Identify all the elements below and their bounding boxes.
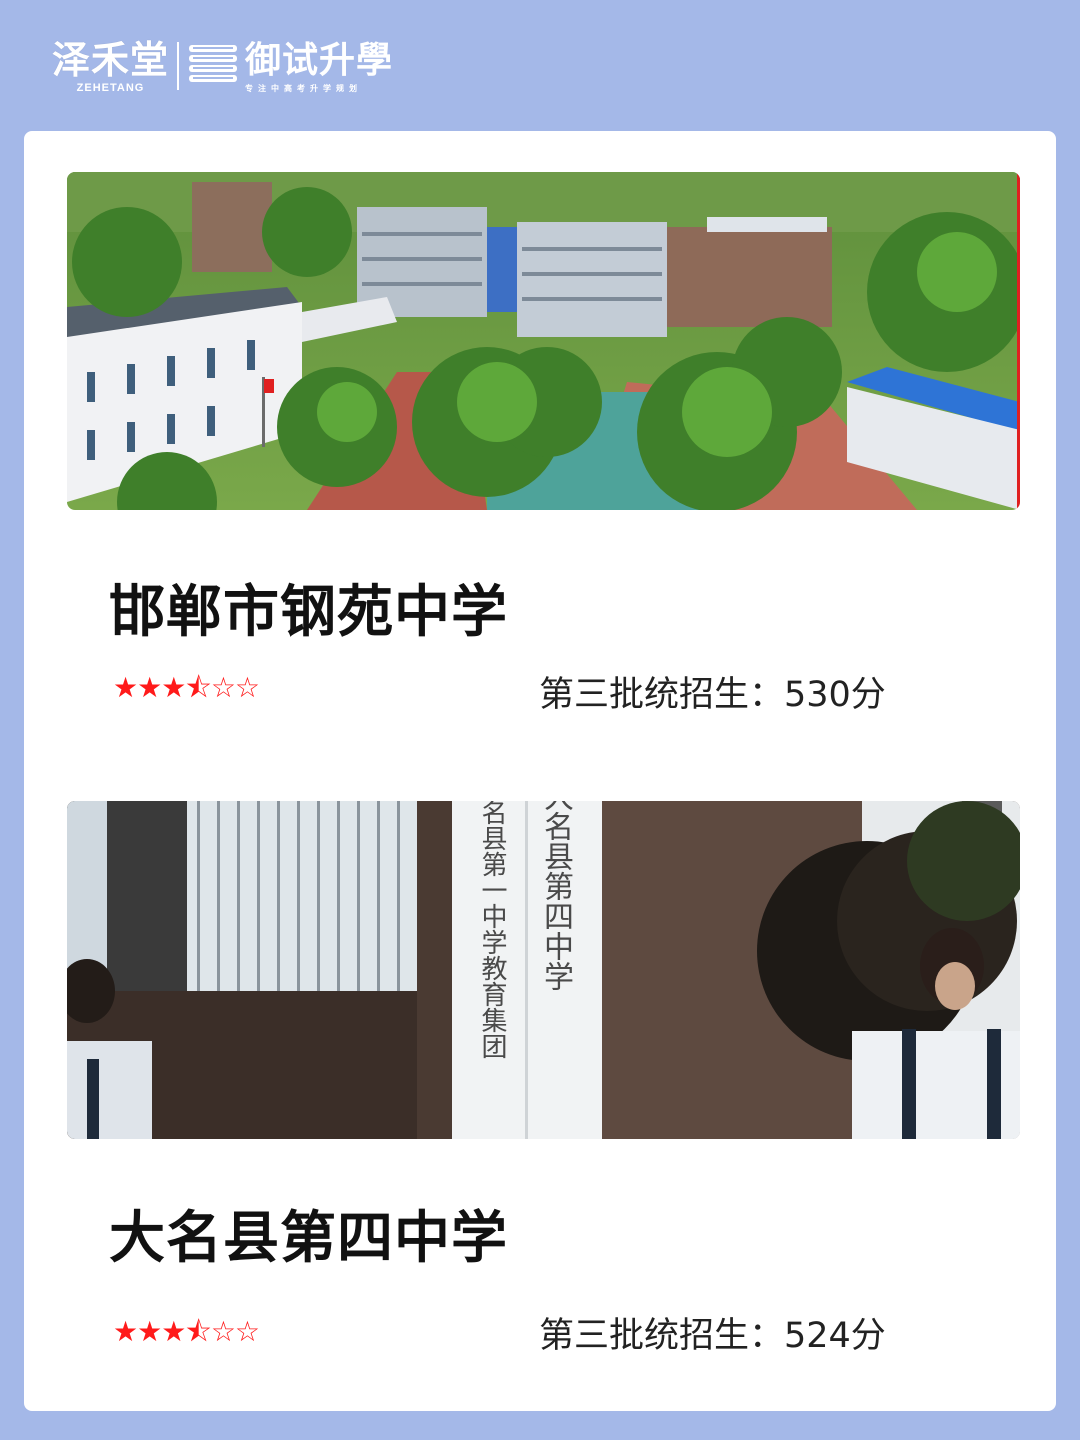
brand-logo: 泽禾堂 ZEHETANG 御试升學 专注中高考升学规划 (52, 37, 393, 95)
brand-name-en: ZEHETANG (76, 82, 145, 94)
star-rating: ★★★⯪☆☆ (113, 671, 260, 704)
school-photo-campus-aerial (67, 172, 1020, 510)
school-name: 大名县第四中学 (109, 1206, 508, 1271)
star-rating: ★★★⯪☆☆ (113, 1315, 260, 1348)
school-name: 邯郸市钢苑中学 (109, 580, 508, 645)
brand-divider (177, 42, 180, 90)
brand-subtitle-cn: 御试升學 (245, 39, 394, 81)
signboard-left-text: 大名县第一中学教育集团 (477, 801, 507, 1059)
brand-slogan: 专注中高考升学规划 (245, 84, 363, 93)
admission-score: 第三批统招生：524分 (539, 1316, 886, 1356)
brand-name-cn: 泽禾堂 (52, 37, 170, 82)
book-stack-icon (189, 45, 238, 82)
admission-score: 第三批统招生：530分 (539, 675, 886, 715)
signboard-right-text: 大名县第四中学 (545, 801, 573, 991)
brand-left: 泽禾堂 ZEHETANG (52, 37, 170, 95)
school-photo-gate: 大名县第四中学 大名县第一中学教育集团 (67, 801, 1020, 1139)
brand-right: 御试升學 专注中高考升学规划 (245, 40, 393, 94)
school-card: 邯郸市钢苑中学 ★★★⯪☆☆ 第三批统招生：530分 大名县第四中学 大名县第一… (24, 131, 1056, 1411)
